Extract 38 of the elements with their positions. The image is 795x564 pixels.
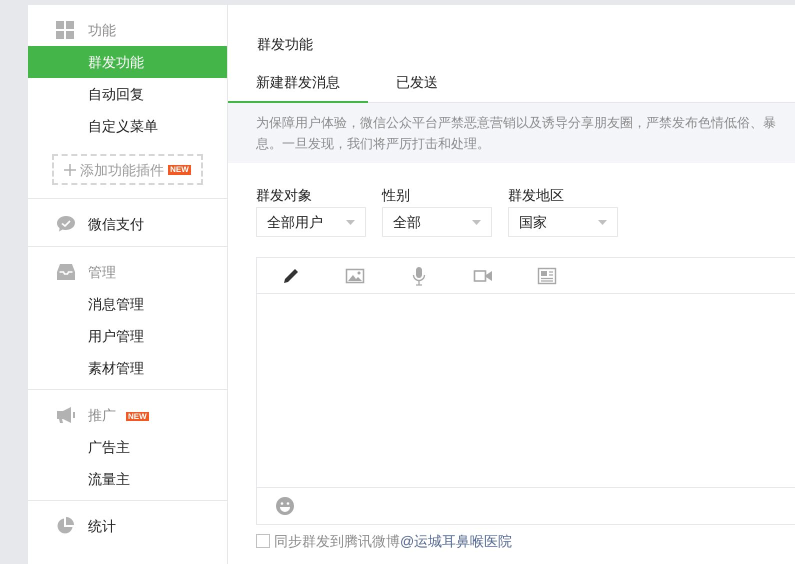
tab[interactable]: 已发送 [368, 62, 466, 103]
sidebar-item[interactable]: 自动回复 [28, 78, 227, 110]
sidebar-item[interactable]: 用户管理 [28, 320, 227, 352]
sidebar-item[interactable]: 广告主 [28, 431, 227, 463]
section-title: 统计 [88, 517, 116, 536]
notice-text: 息。一旦发现，我们将严厉打击和处理。 [256, 135, 490, 153]
filter-label: 性别 [382, 186, 410, 205]
sidebar-item[interactable]: 消息管理 [28, 288, 227, 320]
megaphone-icon [56, 406, 76, 424]
account-link[interactable]: @运城耳鼻喉医院 [400, 531, 512, 551]
page-title: 群发功能 [256, 35, 314, 54]
chat-bubble-icon [56, 215, 76, 233]
new-badge: NEW [168, 164, 191, 174]
filter-label: 群发地区 [508, 186, 564, 205]
caret-icon [346, 220, 355, 224]
grid-icon [56, 21, 74, 39]
article-icon[interactable] [537, 266, 557, 286]
section-title: 微信支付 [88, 215, 144, 234]
section-title: 管理 [88, 263, 116, 282]
filter-label: 群发对象 [256, 186, 312, 205]
dropdown[interactable]: 全部用户 [256, 207, 366, 237]
section-title: 功能 [88, 21, 116, 40]
inbox-icon [56, 263, 76, 281]
sync-label: 同步群发到腾讯微博 [274, 532, 400, 551]
new-badge: NEW [126, 412, 149, 421]
checkbox[interactable] [256, 534, 270, 548]
dropdown[interactable]: 国家 [508, 207, 618, 237]
emoji-icon[interactable] [276, 497, 294, 515]
sidebar-item[interactable]: 自定义菜单 [28, 110, 227, 142]
sidebar-item[interactable]: 素材管理 [28, 352, 227, 384]
dropdown[interactable]: 全部 [382, 207, 492, 237]
sidebar-item[interactable]: 流量主 [28, 463, 227, 495]
caret-icon [472, 220, 481, 224]
pie-chart-icon [56, 517, 74, 535]
notice-text: 为保障用户体验，微信公众平台严禁恶意营销以及诱导分享朋友圈，严禁发布色情低俗、暴 [256, 114, 776, 132]
section-title: 推广 [88, 406, 116, 425]
plus-icon [64, 164, 76, 176]
caret-icon [598, 220, 607, 224]
